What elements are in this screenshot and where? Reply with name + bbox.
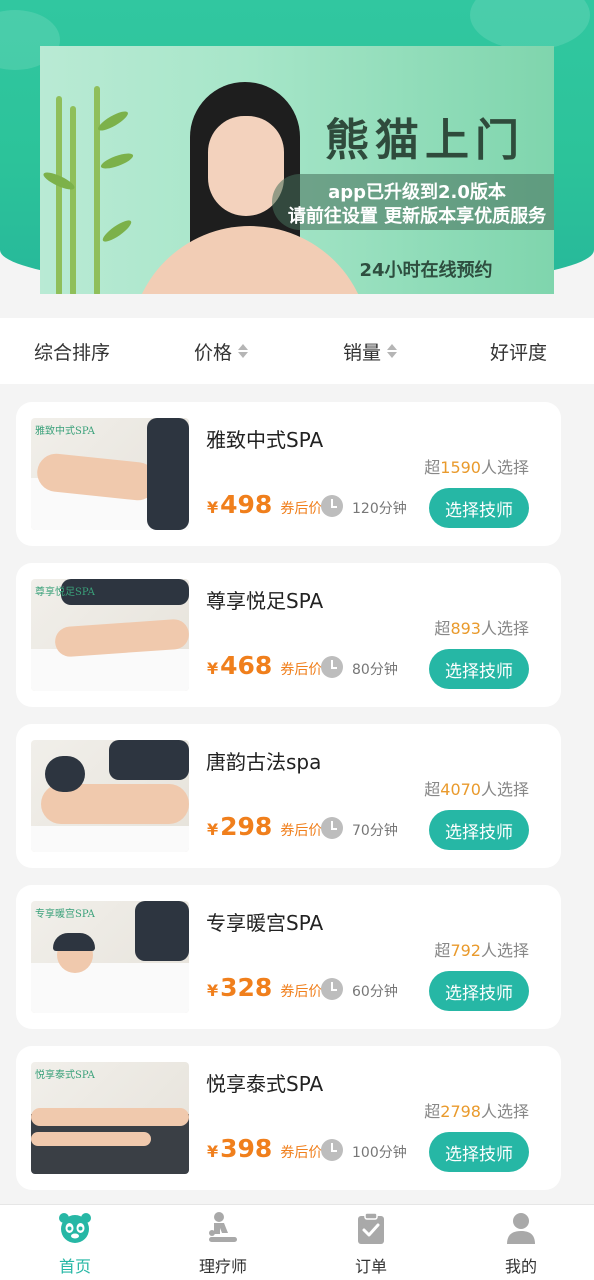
service-title: 唐韵古法spa [206,750,322,774]
decor-leaf [470,0,590,50]
select-therapist-button[interactable]: 选择技师 [429,488,529,528]
sold-count-text: 超1590人选择 [424,458,529,477]
service-duration: 100分钟 [352,1145,407,1161]
banner-update-line2: 请前往设置 更新版本享优质服务 [287,206,547,227]
tab-label: 我的 [504,1257,537,1276]
bottom-tab-bar: 首页 理疗师 订单 我的 [0,1204,594,1280]
service-thumbnail: 专享暖宫SPA [31,901,189,1013]
tab-profile[interactable]: 我的 [471,1211,571,1279]
service-title: 尊享悦足SPA [206,589,324,613]
service-card[interactable]: 雅致中式SPA 雅致中式SPA 超1590人选择 ¥498 券后价 120分钟 选… [16,402,561,546]
banner-subtitle: 24小时在线预约 [359,260,493,281]
service-duration: 70分钟 [352,823,398,839]
clock-icon [321,817,343,839]
service-price: ¥298 券后价 [207,812,323,841]
sort-label: 综合排序 [34,341,111,364]
service-card[interactable]: 尊享悦足SPA 尊享悦足SPA 超893人选择 ¥468 券后价 80分钟 选择技… [16,563,561,707]
bamboo-leaf [99,150,135,172]
service-price: ¥328 券后价 [207,973,323,1002]
service-thumbnail: 尊享悦足SPA [31,579,189,691]
sort-toggle-icon [238,344,249,358]
user-profile-icon [504,1211,538,1245]
service-thumbnail: 雅致中式SPA [31,418,189,530]
bamboo-leaf [100,217,134,245]
thumbnail-tag: 专享暖宫SPA [35,909,95,920]
sort-label: 价格 [194,341,233,364]
tab-therapist[interactable]: 理疗师 [173,1211,273,1279]
sort-label: 销量 [343,341,382,364]
sort-sales[interactable]: 销量 [343,318,398,384]
thumbnail-tag: 雅致中式SPA [35,426,95,437]
clock-icon [321,495,343,517]
select-therapist-button[interactable]: 选择技师 [429,971,529,1011]
service-title: 悦享泰式SPA [206,1072,324,1096]
thumbnail-tag: 悦享泰式SPA [35,1070,95,1081]
banner-brand: 熊猫上门 [325,115,525,166]
sold-count-text: 超4070人选择 [424,780,529,799]
select-therapist-button[interactable]: 选择技师 [429,810,529,850]
service-duration: 80分钟 [352,662,398,678]
therapist-icon [206,1211,240,1245]
promo-banner[interactable]: 熊猫上门 app已升级到2.0版本 请前往设置 更新版本享优质服务 24小时在线… [40,46,554,294]
banner-update-line1: app已升级到2.0版本 [328,182,506,203]
sold-count-text: 超893人选择 [434,619,529,638]
tab-label: 理疗师 [198,1257,247,1276]
service-title: 专享暖宫SPA [206,911,324,935]
sold-count-text: 超2798人选择 [424,1102,529,1121]
tab-orders[interactable]: 订单 [321,1211,421,1279]
order-clipboard-icon [354,1211,388,1245]
sold-count-text: 超792人选择 [434,941,529,960]
service-card[interactable]: 唐韵古法spa 超4070人选择 ¥298 券后价 70分钟 选择技师 [16,724,561,868]
clock-icon [321,656,343,678]
bamboo-decor [70,106,76,294]
tab-home[interactable]: 首页 [25,1211,125,1279]
tab-label: 首页 [58,1257,91,1276]
bamboo-decor [56,96,62,294]
select-therapist-button[interactable]: 选择技师 [429,1132,529,1172]
sort-bar: 综合排序 价格 销量 好评度 [0,318,594,384]
service-price: ¥468 券后价 [207,651,323,680]
thumbnail-tag: 尊享悦足SPA [35,587,95,598]
service-title: 雅致中式SPA [206,428,324,452]
service-price: ¥498 券后价 [207,490,323,519]
panda-home-icon [58,1211,92,1245]
sort-price[interactable]: 价格 [194,318,249,384]
service-duration: 120分钟 [352,501,407,517]
sort-toggle-icon [387,344,398,358]
sort-comprehensive[interactable]: 综合排序 [34,318,110,384]
service-price: ¥398 券后价 [207,1134,323,1163]
tab-label: 订单 [354,1257,387,1276]
service-card[interactable]: 悦享泰式SPA 悦享泰式SPA 超2798人选择 ¥398 券后价 100分钟 选… [16,1046,561,1190]
bamboo-decor [94,86,100,294]
clock-icon [321,1139,343,1161]
clock-icon [321,978,343,1000]
sort-rating[interactable]: 好评度 [490,318,547,384]
service-card[interactable]: 专享暖宫SPA 专享暖宫SPA 超792人选择 ¥328 券后价 60分钟 选择技… [16,885,561,1029]
service-duration: 60分钟 [352,984,398,1000]
select-therapist-button[interactable]: 选择技师 [429,649,529,689]
sort-label: 好评度 [490,341,548,364]
bamboo-leaf [95,108,131,134]
service-thumbnail [31,740,189,852]
service-thumbnail: 悦享泰式SPA [31,1062,189,1174]
